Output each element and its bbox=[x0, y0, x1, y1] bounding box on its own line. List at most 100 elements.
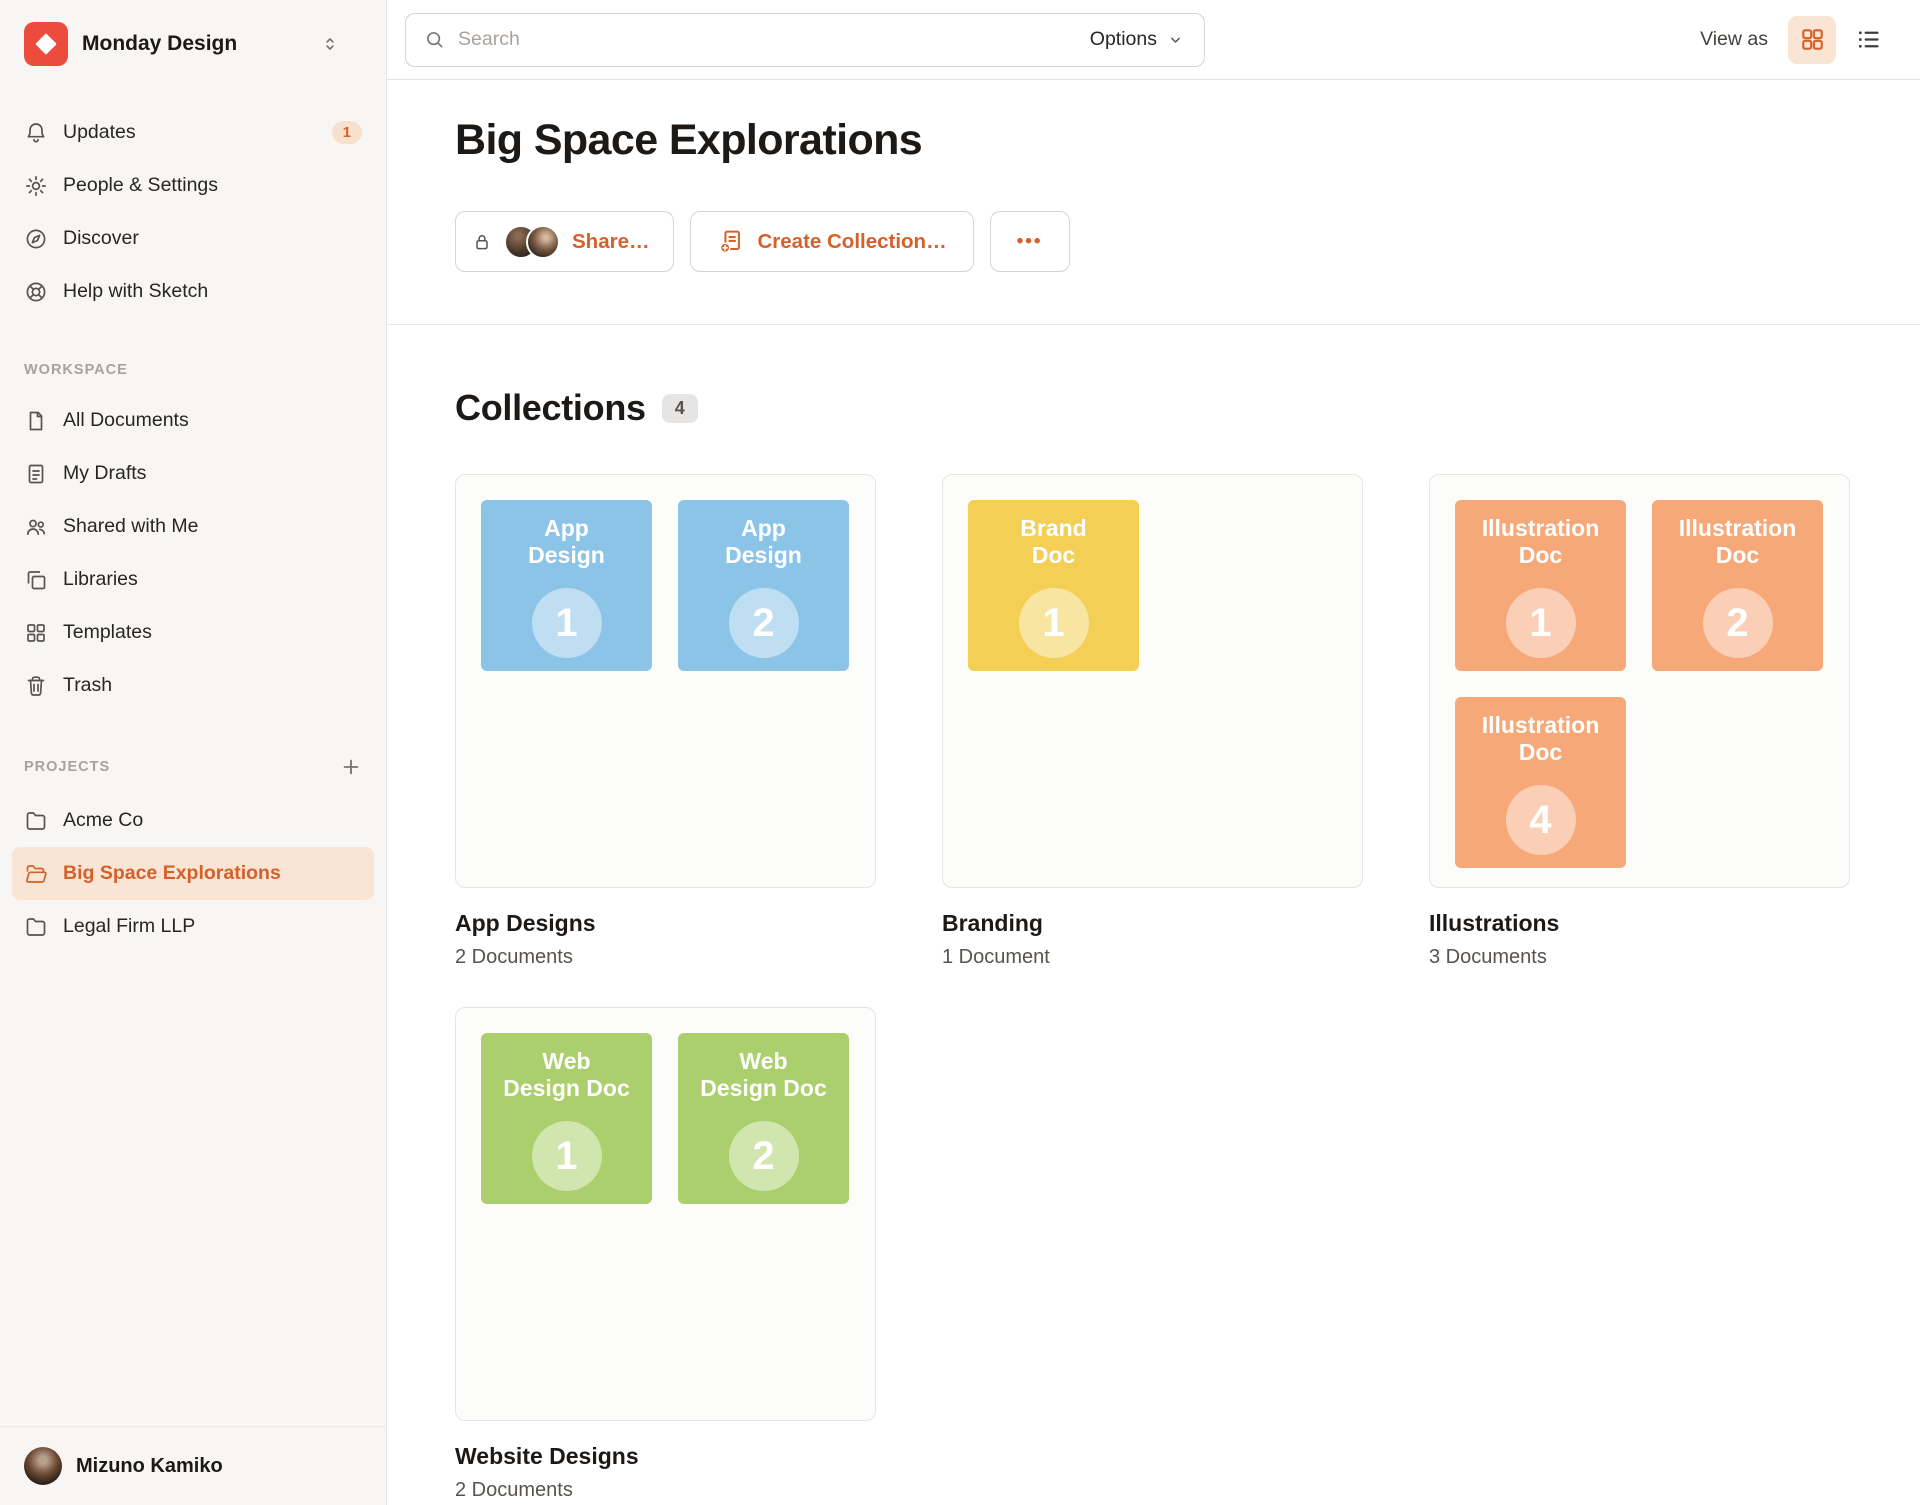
sidebar-item-shared-with-me[interactable]: Shared with Me bbox=[12, 500, 374, 553]
sidebar-item-legal-firm-llp[interactable]: Legal Firm LLP bbox=[12, 900, 374, 953]
doc-thumbnail: Illustration Doc 1 bbox=[1455, 500, 1626, 671]
view-as-label: View as bbox=[1700, 28, 1768, 51]
collections-header: Collections 4 bbox=[455, 387, 1920, 429]
doc-thumbnail-title: Illustration Doc bbox=[1455, 500, 1626, 568]
search-icon bbox=[424, 29, 445, 50]
more-options-button[interactable]: ••• bbox=[990, 211, 1070, 272]
shared-avatars bbox=[504, 225, 560, 259]
doc-thumbnail-number: 1 bbox=[1506, 588, 1576, 658]
doc-thumbnail: Brand Doc 1 bbox=[968, 500, 1139, 671]
collection-card-website-designs[interactable]: Web Design Doc 1 Web Design Doc 2 bbox=[455, 1007, 876, 1421]
sidebar-item-label: Legal Firm LLP bbox=[63, 915, 195, 938]
lifebuoy-icon bbox=[24, 280, 48, 304]
folder-icon bbox=[24, 915, 48, 939]
collaborator-avatar bbox=[526, 225, 560, 259]
page-actions: Share… Create Collection… ••• bbox=[455, 211, 1920, 272]
collection-doc-count: 2 Documents bbox=[455, 946, 876, 969]
grid-view-icon bbox=[1799, 26, 1826, 53]
add-project-button[interactable] bbox=[340, 756, 362, 778]
document-plus-icon bbox=[717, 228, 744, 255]
search-box[interactable]: Options bbox=[405, 13, 1205, 67]
sidebar-item-label: My Drafts bbox=[63, 462, 146, 485]
sidebar-item-people-settings[interactable]: People & Settings bbox=[12, 159, 374, 212]
sidebar-item-big-space-explorations[interactable]: Big Space Explorations bbox=[12, 847, 374, 900]
libraries-icon bbox=[24, 568, 48, 592]
doc-thumbnail-title: Brand Doc bbox=[968, 500, 1139, 568]
collection-card-branding[interactable]: Brand Doc 1 bbox=[942, 474, 1363, 888]
projects-section-title: PROJECTS bbox=[0, 712, 386, 784]
doc-thumbnail: Web Design Doc 2 bbox=[678, 1033, 849, 1204]
section-label: PROJECTS bbox=[24, 759, 110, 775]
sidebar-item-help[interactable]: Help with Sketch bbox=[12, 265, 374, 318]
search-input[interactable] bbox=[458, 28, 1077, 51]
templates-grid-icon bbox=[24, 621, 48, 645]
collection-cell: Web Design Doc 1 Web Design Doc 2 Websit… bbox=[455, 1007, 876, 1502]
doc-thumbnail-number: 2 bbox=[729, 588, 799, 658]
collection-name[interactable]: Branding bbox=[942, 910, 1363, 937]
doc-thumbnail-title: Web Design Doc bbox=[481, 1033, 652, 1101]
chevron-up-down-icon bbox=[320, 34, 340, 54]
bell-icon bbox=[24, 121, 48, 145]
sidebar-item-all-documents[interactable]: All Documents bbox=[12, 394, 374, 447]
doc-thumbnail-number: 1 bbox=[532, 588, 602, 658]
sidebar-workspace-nav: All Documents My Drafts Shared with Me L… bbox=[0, 384, 386, 712]
doc-thumbnail-title: App Design bbox=[481, 500, 652, 568]
collections-count-badge: 4 bbox=[662, 394, 698, 423]
sidebar: Monday Design Updates 1 People & Setting… bbox=[0, 0, 387, 1505]
sidebar-item-label: Trash bbox=[63, 674, 112, 697]
share-button[interactable]: Share… bbox=[455, 211, 674, 272]
collection-card-illustrations[interactable]: Illustration Doc 1 Illustration Doc 2 Il… bbox=[1429, 474, 1850, 888]
sidebar-item-label: Acme Co bbox=[63, 809, 143, 832]
sidebar-projects-nav: Acme Co Big Space Explorations Legal Fir… bbox=[0, 784, 386, 953]
user-avatar bbox=[24, 1447, 62, 1485]
collection-doc-count: 3 Documents bbox=[1429, 946, 1850, 969]
sidebar-item-label: Discover bbox=[63, 227, 139, 250]
collection-name[interactable]: Website Designs bbox=[455, 1443, 876, 1470]
list-view-button[interactable] bbox=[1844, 16, 1892, 64]
doc-thumbnail: App Design 2 bbox=[678, 500, 849, 671]
collection-cell: Illustration Doc 1 Illustration Doc 2 Il… bbox=[1429, 474, 1850, 969]
doc-thumbnail-title: App Design bbox=[678, 500, 849, 568]
sidebar-item-updates[interactable]: Updates 1 bbox=[12, 106, 374, 159]
doc-thumbnail-number: 2 bbox=[1703, 588, 1773, 658]
sidebar-item-label: Shared with Me bbox=[63, 515, 198, 538]
draft-document-icon bbox=[24, 462, 48, 486]
collections-grid: App Design 1 App Design 2 App Designs 2 … bbox=[455, 474, 1920, 1502]
doc-thumbnail-number: 2 bbox=[729, 1121, 799, 1191]
sidebar-item-trash[interactable]: Trash bbox=[12, 659, 374, 712]
sidebar-item-templates[interactable]: Templates bbox=[12, 606, 374, 659]
workspace-logo-icon bbox=[24, 22, 68, 66]
sidebar-item-my-drafts[interactable]: My Drafts bbox=[12, 447, 374, 500]
sidebar-item-label: People & Settings bbox=[63, 174, 218, 197]
collection-name[interactable]: Illustrations bbox=[1429, 910, 1850, 937]
sidebar-item-acme-co[interactable]: Acme Co bbox=[12, 794, 374, 847]
sidebar-item-label: Help with Sketch bbox=[63, 280, 208, 303]
sidebar-main-nav: Updates 1 People & Settings Discover He bbox=[0, 82, 386, 318]
search-options-button[interactable]: Options bbox=[1090, 28, 1186, 51]
sidebar-item-libraries[interactable]: Libraries bbox=[12, 553, 374, 606]
workspace-switcher[interactable]: Monday Design bbox=[0, 0, 386, 82]
create-collection-button[interactable]: Create Collection… bbox=[690, 211, 973, 272]
sidebar-item-discover[interactable]: Discover bbox=[12, 212, 374, 265]
page-title: Big Space Explorations bbox=[455, 116, 1920, 165]
gear-icon bbox=[24, 174, 48, 198]
collection-card-app-designs[interactable]: App Design 1 App Design 2 bbox=[455, 474, 876, 888]
updates-count-badge: 1 bbox=[332, 121, 362, 144]
user-account-row[interactable]: Mizuno Kamiko bbox=[0, 1426, 386, 1505]
sidebar-item-label: Updates bbox=[63, 121, 136, 144]
people-icon bbox=[24, 515, 48, 539]
sidebar-item-label: Templates bbox=[63, 621, 152, 644]
doc-thumbnail-title: Web Design Doc bbox=[678, 1033, 849, 1101]
folder-icon bbox=[24, 809, 48, 833]
doc-thumbnail: Web Design Doc 1 bbox=[481, 1033, 652, 1204]
doc-thumbnail-number: 1 bbox=[532, 1121, 602, 1191]
sidebar-item-label: Libraries bbox=[63, 568, 138, 591]
collection-name[interactable]: App Designs bbox=[455, 910, 876, 937]
document-icon bbox=[24, 409, 48, 433]
grid-view-button[interactable] bbox=[1788, 16, 1836, 64]
doc-thumbnail: Illustration Doc 2 bbox=[1652, 500, 1823, 671]
chevron-down-icon bbox=[1165, 32, 1186, 48]
sidebar-item-label: All Documents bbox=[63, 409, 189, 432]
doc-thumbnail: Illustration Doc 4 bbox=[1455, 697, 1626, 868]
section-divider bbox=[387, 324, 1920, 325]
